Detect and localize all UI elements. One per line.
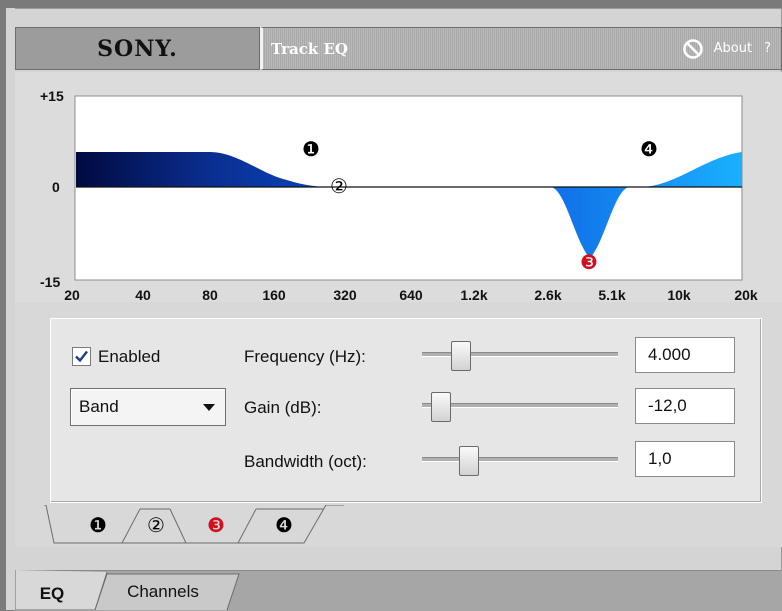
frequency-slider-thumb[interactable] [451,341,471,371]
bandwidth-slider-thumb[interactable] [459,446,479,476]
plugin-header: SONY. Track EQ About ? [15,27,782,70]
band-tabs: ❶ ② ❸ ❹ [44,505,344,544]
left-frame-edge [6,8,15,610]
band-tab-2[interactable]: ② [147,513,165,537]
tab-eq[interactable]: EQ [40,584,65,603]
about-button[interactable]: About [714,41,752,56]
filter-type-dropdown[interactable]: Band [70,388,226,426]
x-tick-label: 1.2k [460,287,487,302]
x-tick-label: 640 [399,287,423,302]
gain-label: Gain (dB): [244,398,322,417]
gain-input[interactable]: -12,0 [635,388,735,424]
tab-channels[interactable]: Channels [127,582,199,601]
title-bar: Track EQ About ? [260,27,782,70]
help-button[interactable]: ? [764,41,771,56]
bandwidth-label: Bandwidth (oct): [244,452,367,471]
plot-area [74,95,743,281]
plugin-title: Track EQ [271,39,348,58]
eq-graph[interactable]: +15 0 -15 20 40 80 160 320 640 1.2k 2.6k… [15,72,782,302]
band-3-marker: ❸ [580,250,598,274]
y-label: -15 [40,274,60,290]
x-tick-label: 20 [64,287,80,302]
bottom-tabs: EQ Channels [15,570,240,610]
enabled-checkbox[interactable] [72,347,91,366]
filter-type-value: Band [79,397,119,416]
x-tick-label: 40 [135,287,151,302]
y-label: 0 [52,179,60,195]
x-tick-label: 320 [333,287,357,302]
x-tick-label: 5.1k [598,287,625,302]
frequency-input[interactable]: 4.000 [635,337,735,373]
brand-logo: SONY. [15,27,260,70]
band-tab-1[interactable]: ❶ [89,513,107,537]
x-tick-label: 2.6k [534,287,561,302]
bandwidth-input[interactable]: 1,0 [635,441,735,477]
enabled-label[interactable]: Enabled [98,347,160,367]
x-tick-label: 160 [262,287,286,302]
band-tab-4[interactable]: ❹ [275,513,293,537]
band-2-marker: ② [330,174,348,198]
band-1-marker: ❶ [302,137,320,161]
x-tick-label: 20k [734,287,758,302]
y-label: +15 [40,88,64,104]
gain-slider-track[interactable] [422,403,618,408]
band-4-marker: ❹ [640,137,658,161]
frequency-label: Frequency (Hz): [244,347,366,366]
checkmark-icon [75,350,88,363]
x-tick-label: 80 [202,287,218,302]
band-tab-3[interactable]: ❸ [207,513,225,537]
bypass-icon[interactable] [682,38,704,60]
gain-slider-thumb[interactable] [431,392,451,422]
x-tick-label: 10k [667,287,691,302]
chevron-down-icon [203,404,215,411]
bandwidth-slider-track[interactable] [422,457,618,462]
